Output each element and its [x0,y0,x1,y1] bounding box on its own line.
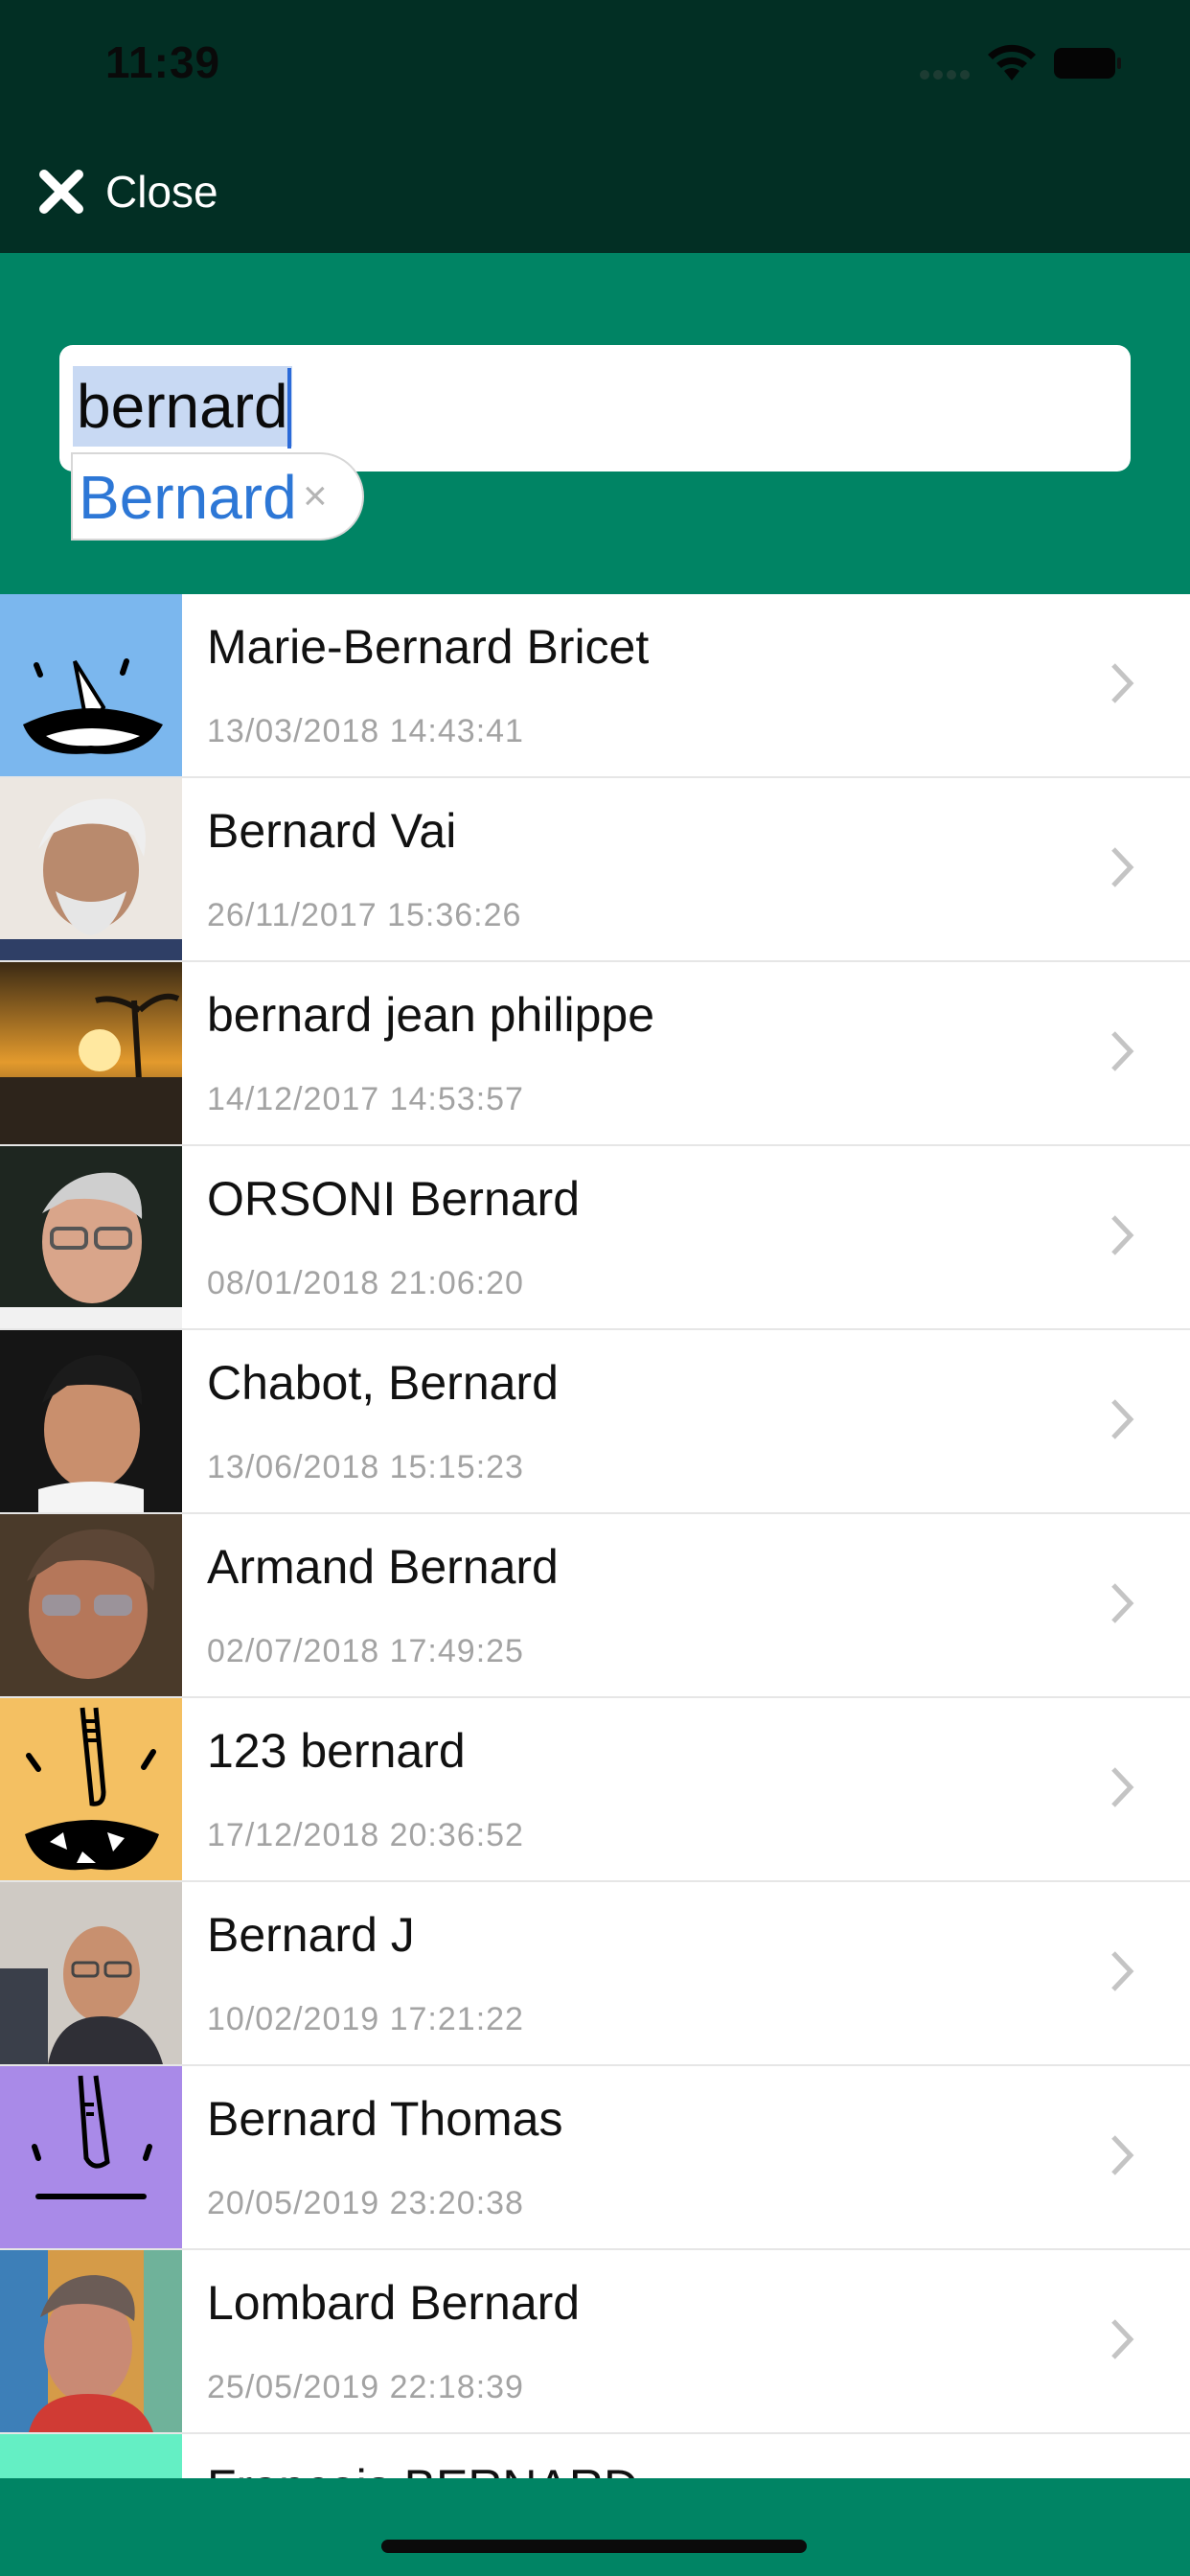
contact-date: 20/05/2019 23:20:38 [207,2185,524,2221]
list-item[interactable]: bernard jean philippe 14/12/2017 14:53:5… [0,962,1190,1146]
contact-date: 13/06/2018 15:15:23 [207,1449,524,1485]
contact-name: Chabot, Bernard [207,1356,559,1410]
chevron-right-icon [1111,2319,1134,2359]
contact-date: 10/02/2019 17:21:22 [207,2001,524,2037]
contact-name: Bernard Vai [207,804,457,858]
contact-name: Bernard Thomas [207,2092,563,2146]
contact-name: 123 bernard [207,1724,466,1778]
contact-name: Bernard J [207,1908,415,1962]
chevron-right-icon [1111,1583,1134,1623]
avatar [0,1882,182,2064]
contact-date: 13/03/2018 14:43:41 [207,713,524,749]
contact-date: 14/12/2017 14:53:57 [207,1081,524,1117]
close-button[interactable]: Close [36,163,218,220]
contact-date: 26/11/2017 15:36:26 [207,897,522,933]
home-indicator[interactable] [381,2540,807,2553]
list-item[interactable]: Bernard Vai 26/11/2017 15:36:26 [0,778,1190,962]
avatar [0,778,182,960]
wifi-icon [988,44,1036,80]
contact-name: bernard jean philippe [207,988,655,1042]
contact-name: ORSONI Bernard [207,1172,581,1226]
cellular-signal-icon [920,67,977,80]
contact-date: 08/01/2018 21:06:20 [207,1265,524,1301]
list-item[interactable]: Chabot, Bernard 13/06/2018 15:15:23 [0,1330,1190,1514]
contact-date: 02/07/2018 17:49:25 [207,1633,524,1669]
chevron-right-icon [1111,1399,1134,1439]
chevron-right-icon [1111,663,1134,703]
contact-name: Lombard Bernard [207,2276,581,2330]
avatar [0,2250,182,2432]
results-list: Marie-Bernard Bricet 13/03/2018 14:43:41… [0,594,1190,2434]
avatar [0,1514,182,1696]
list-item[interactable]: 123 bernard 17/12/2018 20:36:52 [0,1698,1190,1882]
search-query-text[interactable]: bernard [73,366,292,447]
avatar [0,1330,182,1512]
list-item[interactable]: Armand Bernard 02/07/2018 17:49:25 [0,1514,1190,1698]
chip-label: Bernard [79,463,297,532]
contact-name: Marie-Bernard Bricet [207,620,650,674]
list-item[interactable]: Bernard Thomas 20/05/2019 23:20:38 [0,2066,1190,2250]
chip-remove-icon[interactable]: × [303,468,328,525]
contact-date: 25/05/2019 22:18:39 [207,2369,524,2405]
avatar [0,1146,182,1328]
list-item[interactable]: Lombard Bernard 25/05/2019 22:18:39 [0,2250,1190,2434]
avatar [0,2066,182,2248]
chevron-right-icon [1111,1951,1134,1991]
battery-icon [1054,48,1121,79]
status-bar: 11:39 [0,0,1190,134]
chevron-right-icon [1111,2135,1134,2175]
chevron-right-icon [1111,1215,1134,1255]
avatar [0,962,182,1144]
list-item[interactable]: Marie-Bernard Bricet 13/03/2018 14:43:41 [0,594,1190,778]
bottom-bar [0,2478,1190,2576]
chevron-right-icon [1111,1031,1134,1071]
text-caret [287,368,291,448]
chevron-right-icon [1111,847,1134,887]
chevron-right-icon [1111,1767,1134,1807]
status-time: 11:39 [105,37,221,87]
list-item[interactable]: ORSONI Bernard 08/01/2018 21:06:20 [0,1146,1190,1330]
close-icon [39,170,83,214]
contact-name: Armand Bernard [207,1540,559,1594]
contact-date: 17/12/2018 20:36:52 [207,1817,524,1853]
avatar [0,1698,182,1880]
search-token-chip[interactable]: Bernard × [71,452,364,540]
list-item[interactable]: Bernard J 10/02/2019 17:21:22 [0,1882,1190,2066]
avatar [0,594,182,776]
close-label: Close [105,167,218,217]
